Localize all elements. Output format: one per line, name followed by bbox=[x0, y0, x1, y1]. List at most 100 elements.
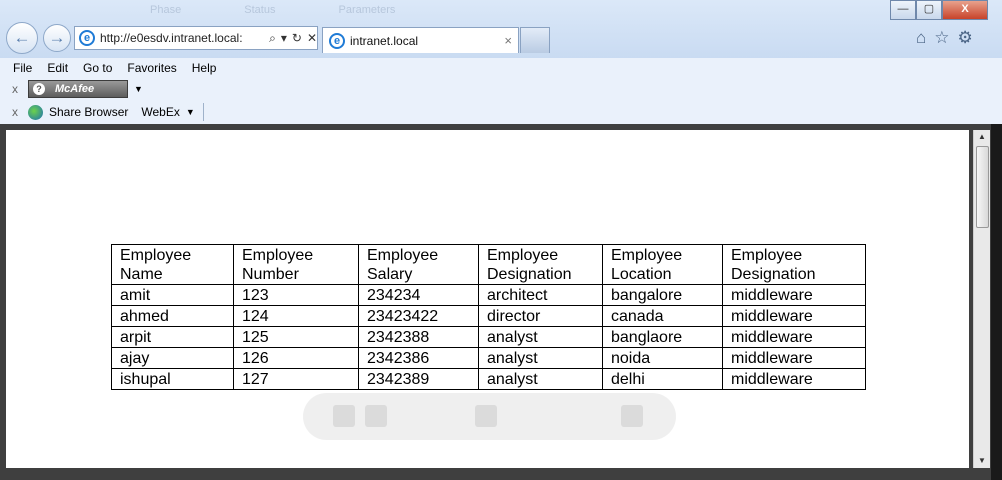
table-cell: middleware bbox=[722, 368, 866, 390]
table-cell: middleware bbox=[722, 305, 866, 327]
table-cell: 123 bbox=[233, 284, 359, 306]
mcafee-button[interactable]: ? McAfee bbox=[28, 80, 128, 98]
close-toolbar-icon[interactable]: x bbox=[12, 82, 18, 96]
table-cell: arpit bbox=[111, 326, 234, 348]
table-cell: 125 bbox=[233, 326, 359, 348]
address-bar[interactable]: e http://e0esdv.intranet.local: ⌕ ▾ ↻ ✕ bbox=[74, 26, 318, 50]
window-edge bbox=[991, 124, 1002, 480]
tab-intranet[interactable]: e intranet.local × bbox=[322, 27, 519, 53]
column-header: Employee Number bbox=[233, 244, 359, 285]
browser-titlebar: Phase Status Parameters ← → e http://e0e… bbox=[0, 0, 1002, 58]
acrobat-icon bbox=[621, 405, 643, 427]
globe-icon bbox=[28, 104, 43, 120]
table-cell: bangalore bbox=[602, 284, 723, 306]
save-icon bbox=[333, 405, 355, 427]
table-cell: ishupal bbox=[111, 368, 234, 390]
menu-goto[interactable]: Go to bbox=[83, 61, 112, 75]
close-button[interactable]: X bbox=[942, 0, 988, 20]
mcafee-toolbar: x ? McAfee ▼ bbox=[0, 78, 1002, 100]
table-cell: delhi bbox=[602, 368, 723, 390]
arrow-right-icon: → bbox=[48, 28, 66, 47]
menu-help[interactable]: Help bbox=[192, 61, 217, 75]
close-toolbar-icon[interactable]: x bbox=[12, 105, 18, 119]
table-cell: 23423422 bbox=[358, 305, 479, 327]
table-row: amit 123 234234 architect bangalore midd… bbox=[111, 284, 866, 306]
arrow-left-icon: ← bbox=[13, 28, 31, 47]
column-header: Employee Salary bbox=[358, 244, 479, 285]
table-cell: architect bbox=[478, 284, 603, 306]
table-cell: amit bbox=[111, 284, 234, 306]
table-cell: analyst bbox=[478, 326, 603, 348]
browser-right-icons: ⌂ ☆ ⚙ bbox=[916, 28, 973, 48]
search-icon[interactable]: ⌕ bbox=[269, 31, 276, 46]
dropdown-arrow-icon[interactable]: ▾ bbox=[281, 31, 287, 45]
scroll-thumb[interactable] bbox=[976, 146, 989, 228]
share-browser-button[interactable]: Share Browser bbox=[49, 105, 128, 119]
background-tabs: Phase Status Parameters bbox=[150, 4, 590, 18]
table-cell: 2342388 bbox=[358, 326, 479, 348]
background-tab: Phase bbox=[150, 4, 182, 16]
back-button[interactable]: ← bbox=[6, 22, 38, 54]
employee-table: Employee Name Employee Number Employee Sala… bbox=[111, 244, 866, 390]
star-icon[interactable]: ☆ bbox=[934, 28, 949, 48]
scroll-down-icon[interactable]: ▼ bbox=[974, 454, 990, 468]
refresh-icon[interactable]: ↻ bbox=[292, 31, 302, 45]
table-row: ajay 126 2342386 analyst noida middlewar… bbox=[111, 347, 866, 369]
table-cell: 2342389 bbox=[358, 368, 479, 390]
maximize-button[interactable]: ▢ bbox=[916, 0, 942, 20]
scroll-up-icon[interactable]: ▲ bbox=[974, 130, 990, 144]
toolbar-separator bbox=[202, 103, 204, 121]
table-cell: ajay bbox=[111, 347, 234, 369]
page-icon bbox=[475, 405, 497, 427]
background-tab: Parameters bbox=[338, 4, 396, 16]
home-icon[interactable]: ⌂ bbox=[916, 28, 926, 48]
tab-title: intranet.local bbox=[350, 33, 419, 48]
dropdown-arrow-icon[interactable]: ▼ bbox=[186, 107, 195, 117]
gear-icon[interactable]: ⚙ bbox=[958, 28, 973, 48]
dropdown-arrow-icon[interactable]: ▼ bbox=[134, 84, 143, 94]
table-cell: middleware bbox=[722, 347, 866, 369]
table-header-row: Employee Name Employee Number Employee Sala… bbox=[111, 244, 866, 285]
menu-bar: File Edit Go to Favorites Help bbox=[0, 58, 1002, 78]
table-cell: director bbox=[478, 305, 603, 327]
new-tab-button[interactable] bbox=[520, 27, 550, 53]
minimize-button[interactable]: — bbox=[890, 0, 916, 20]
menu-favorites[interactable]: Favorites bbox=[127, 61, 176, 75]
page-content: Employee Name Employee Number Employee Sala… bbox=[6, 130, 969, 468]
forward-button[interactable]: → bbox=[43, 24, 71, 52]
table-row: ishupal 127 2342389 analyst delhi middle… bbox=[111, 368, 866, 390]
vertical-scrollbar[interactable]: ▲ ▼ bbox=[973, 130, 990, 468]
ie-logo-icon: e bbox=[329, 32, 345, 49]
help-icon: ? bbox=[33, 83, 45, 95]
column-header: Employee Designation bbox=[478, 244, 603, 285]
table-cell: middleware bbox=[722, 326, 866, 348]
table-cell: 124 bbox=[233, 305, 359, 327]
background-tab: Status bbox=[244, 4, 276, 16]
address-url[interactable]: http://e0esdv.intranet.local: bbox=[100, 31, 264, 45]
share-toolbar: x Share Browser WebEx ▼ bbox=[0, 100, 1002, 124]
table-cell: analyst bbox=[478, 347, 603, 369]
column-header: Employee Location bbox=[602, 244, 723, 285]
table-cell: banglaore bbox=[602, 326, 723, 348]
table-cell: 127 bbox=[233, 368, 359, 390]
table-row: arpit 125 2342388 analyst banglaore midd… bbox=[111, 326, 866, 348]
webex-button[interactable]: WebEx bbox=[141, 105, 179, 119]
table-cell: 126 bbox=[233, 347, 359, 369]
table-cell: 2342386 bbox=[358, 347, 479, 369]
table-row: ahmed 124 23423422 director canada middl… bbox=[111, 305, 866, 327]
tab-close-icon[interactable]: × bbox=[504, 33, 512, 48]
menu-file[interactable]: File bbox=[13, 61, 32, 75]
table-cell: ahmed bbox=[111, 305, 234, 327]
ie-logo-icon: e bbox=[79, 30, 95, 46]
table-cell: middleware bbox=[722, 284, 866, 306]
table-cell: noida bbox=[602, 347, 723, 369]
menu-edit[interactable]: Edit bbox=[47, 61, 68, 75]
table-cell: analyst bbox=[478, 368, 603, 390]
faded-pdf-toolbar bbox=[303, 393, 676, 440]
print-icon bbox=[365, 405, 387, 427]
table-cell: canada bbox=[602, 305, 723, 327]
column-header: Employee Name bbox=[111, 244, 234, 285]
table-cell: 234234 bbox=[358, 284, 479, 306]
window-controls: — ▢ X bbox=[890, 0, 988, 20]
stop-icon[interactable]: ✕ bbox=[307, 31, 317, 45]
